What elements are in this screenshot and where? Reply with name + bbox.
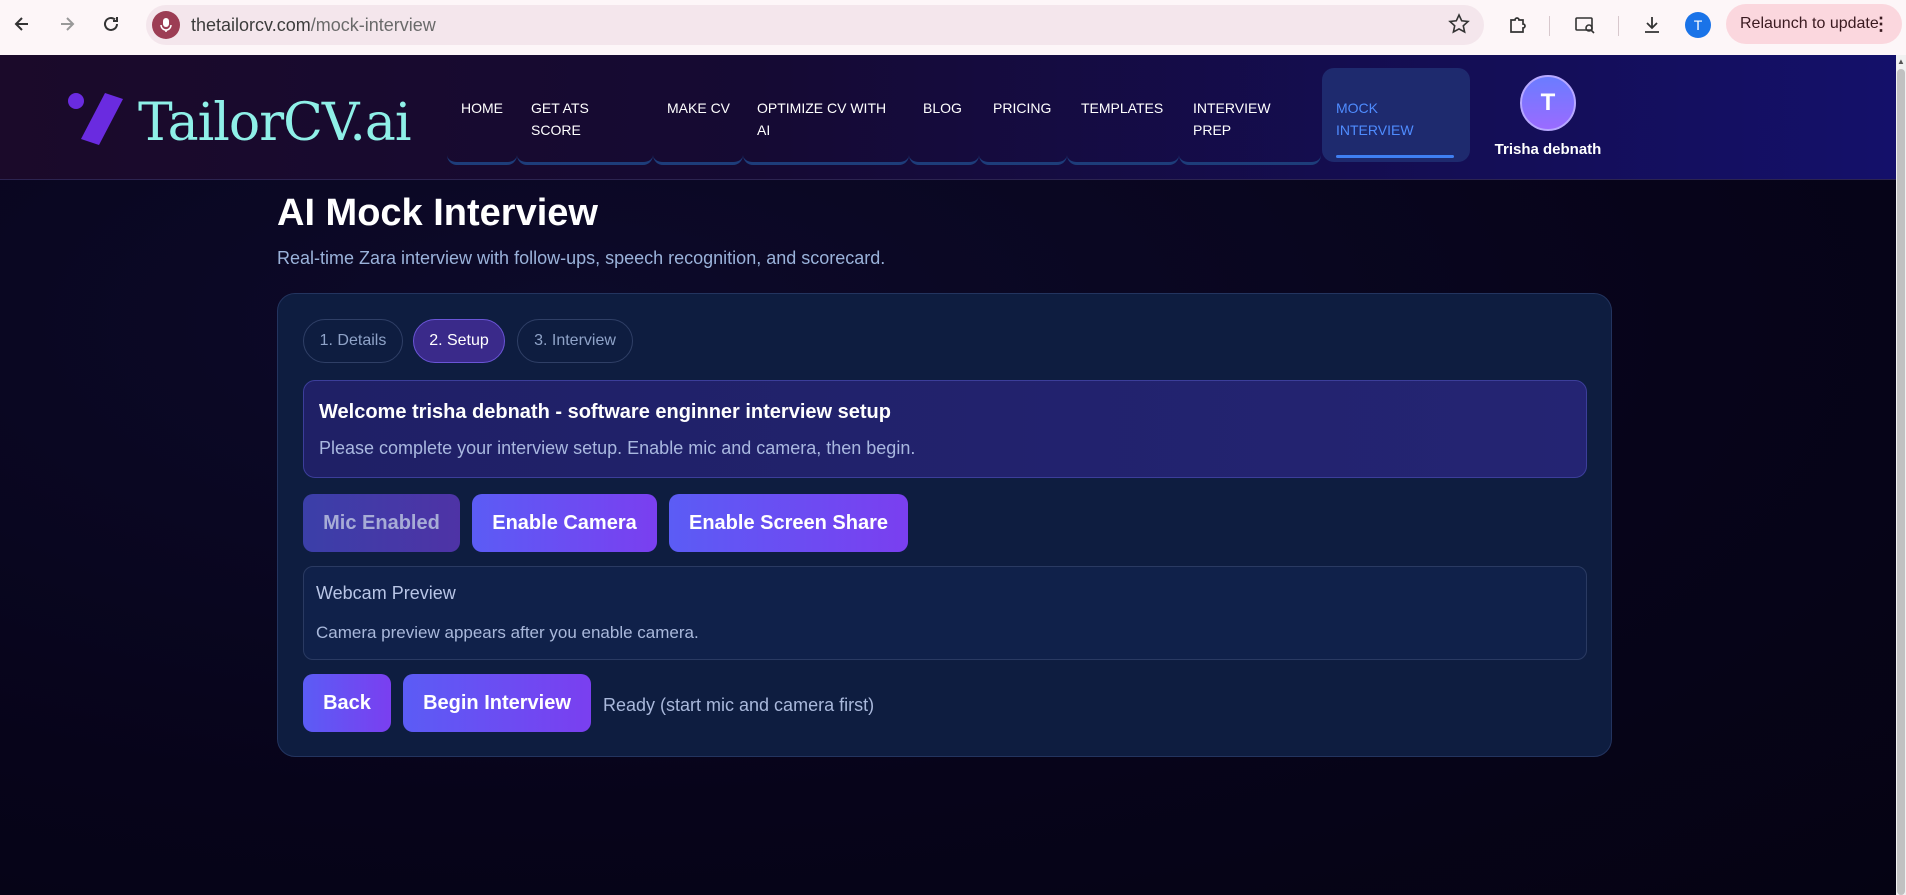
status-text: Ready (start mic and camera first) [603,695,875,715]
nav-item-mock-interview[interactable]: MOCK INTERVIEW [1322,68,1470,162]
reload-icon[interactable] [99,12,123,36]
nav-item-pricing[interactable]: PRICING [979,77,1067,165]
webcam-preview-text: Camera preview appears after you enable … [316,623,699,642]
main-content: AI Mock Interview Real-time Zara intervi… [0,180,1896,895]
active-nav-indicator [1336,155,1454,158]
nav-item-optimize-cv[interactable]: OPTIMIZE CV WITH AI [743,77,909,165]
download-icon[interactable] [1639,12,1665,38]
back-button[interactable]: Back [303,674,391,732]
nav-item-make-cv[interactable]: MAKE CV [653,77,743,165]
step-setup[interactable]: 2. Setup [413,319,505,363]
logo-text[interactable]: TailorCV.ai [138,93,411,153]
page-scrollbar[interactable]: ▲ [1896,55,1906,895]
nav-item-blog[interactable]: BLOG [909,77,979,165]
microphone-icon[interactable] [152,11,180,39]
user-name[interactable]: Trisha debnath [1470,141,1626,158]
webcam-preview-title: Webcam Preview [316,583,456,603]
browser-profile-avatar[interactable]: T [1685,12,1711,38]
user-avatar[interactable]: T [1520,75,1576,131]
scroll-up-arrow-icon[interactable]: ▲ [1897,57,1905,66]
back-arrow-icon[interactable] [10,12,34,36]
webcam-preview: Webcam Preview Camera preview appears af… [303,566,1587,660]
nav-item-home[interactable]: HOME [447,77,517,165]
welcome-text: Please complete your interview setup. En… [319,438,916,458]
relaunch-update-button[interactable]: Relaunch to update ⋮ [1726,4,1902,44]
nav-item-get-ats-score[interactable]: GET ATS SCORE [517,77,653,165]
site-header: TailorCV.ai HOME GET ATS SCORE MAKE CV O… [0,55,1896,180]
welcome-title: Welcome trisha debnath - software enginn… [319,401,891,423]
more-menu-icon[interactable]: ⋮ [1872,14,1890,35]
enable-screen-share-button[interactable]: Enable Screen Share [669,494,908,552]
bookmark-star-icon[interactable] [1448,13,1470,40]
nav-item-templates[interactable]: TEMPLATES [1067,77,1179,165]
url-text: thetailorcv.com/mock-interview [191,15,436,35]
mic-enabled-button[interactable]: Mic Enabled [303,494,460,552]
browser-toolbar: thetailorcv.com/mock-interview T Relaunc… [0,0,1906,55]
address-bar[interactable]: thetailorcv.com/mock-interview [146,5,1484,45]
page-title: AI Mock Interview [277,192,598,234]
welcome-panel: Welcome trisha debnath - software enginn… [303,380,1587,478]
step-interview[interactable]: 3. Interview [517,319,633,363]
page-subtitle: Real-time Zara interview with follow-ups… [277,248,886,268]
nav-item-interview-prep[interactable]: INTERVIEW PREP [1179,77,1321,165]
logo-icon[interactable] [65,85,130,150]
interview-setup-card: 1. Details 2. Setup 3. Interview Welcome… [277,293,1612,757]
step-details[interactable]: 1. Details [303,319,403,363]
relaunch-label: Relaunch to update [1740,15,1879,32]
begin-interview-button[interactable]: Begin Interview [403,674,591,732]
forward-arrow-icon[interactable] [55,12,79,36]
extensions-puzzle-icon[interactable] [1505,12,1531,38]
toolbar-divider [1549,16,1550,36]
toolbar-divider [1618,16,1619,36]
page-search-icon[interactable] [1572,12,1598,38]
enable-camera-button[interactable]: Enable Camera [472,494,657,552]
scrollbar-thumb[interactable] [1897,69,1905,895]
